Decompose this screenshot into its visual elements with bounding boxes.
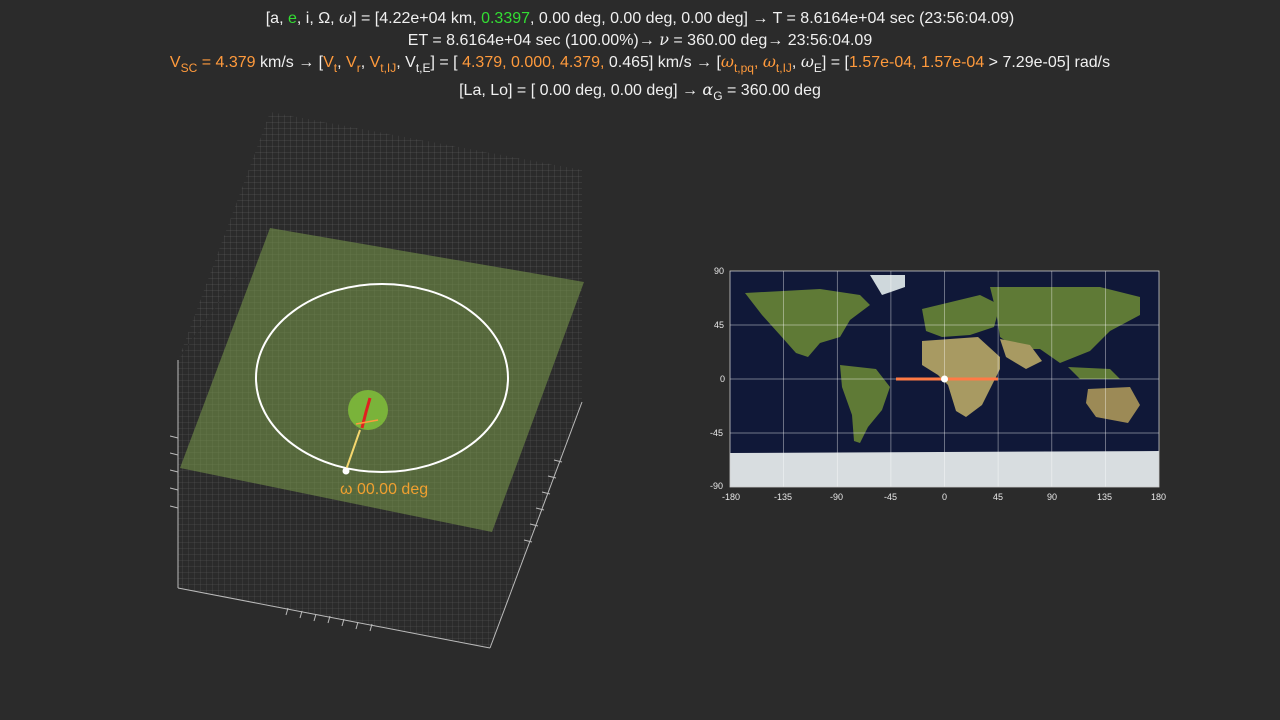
vtij-symbol: V — [369, 54, 381, 71]
vsc-unit: km/s → [ — [255, 54, 324, 71]
xtick: -90 — [830, 492, 844, 502]
alpha-symbol: α — [702, 80, 714, 99]
velocity-values: 4.379, 0.000, 4.379, — [462, 54, 605, 71]
xtick: -180 — [722, 492, 741, 502]
vte-symbol: V — [405, 54, 416, 71]
angular-last: > 7.29e-05] rad/s — [984, 54, 1111, 71]
spacecraft-marker[interactable] — [342, 467, 350, 475]
elements-label-e: e — [287, 10, 297, 27]
w3-symbol: ω — [800, 52, 814, 71]
vt-symbol: V — [323, 54, 334, 71]
ground-location-line: [La, Lo] = [ 0.00 deg, 0.00 deg] → αG = … — [0, 80, 1280, 103]
epoch-text: ET = 8.6164e+04 sec (100.00%)→ — [407, 32, 660, 49]
xtick: -135 — [774, 492, 793, 502]
alpha-subscript: G — [713, 89, 723, 103]
vte-subscript: t,E — [415, 61, 431, 75]
ground-track-marker[interactable] — [941, 375, 948, 383]
vsc-label: VSC = 4.379 — [169, 54, 256, 74]
vsc-symbol: V — [169, 54, 181, 71]
xtick: 90 — [1047, 492, 1058, 502]
true-anomaly-symbol: ν — [659, 30, 669, 49]
ytick: 90 — [714, 266, 725, 276]
orbit-3d-plot[interactable]: ω 00.00 deg — [170, 110, 600, 655]
vsc-subscript: SC — [180, 61, 198, 75]
elements-label-omega: ω — [339, 8, 353, 27]
vtij-subscript: t,IJ — [380, 61, 397, 75]
true-anomaly-value: = 360.00 deg→ 23:56:04.09 — [668, 32, 873, 49]
w3-subscript: E — [813, 61, 822, 75]
velocity-last: 0.465] km/s → [ — [604, 54, 721, 71]
xtick: 180 — [1151, 492, 1167, 502]
xtick: 45 — [993, 492, 1004, 502]
ytick: -45 — [710, 428, 724, 438]
xtick: 135 — [1097, 492, 1113, 502]
xtick: -45 — [884, 492, 898, 502]
ytick: 45 — [714, 320, 725, 330]
vsc-value: = 4.379 — [197, 54, 256, 71]
elements-label-rest: , i, Ω, — [296, 10, 340, 27]
angular-values: 1.57e-04, 1.57e-04 — [849, 54, 985, 71]
elements-label-a: [a, — [265, 10, 288, 27]
alpha-value: = 360.00 deg — [722, 82, 821, 99]
w1-symbol: ω — [720, 52, 734, 71]
ytick: 0 — [720, 374, 726, 384]
vr-symbol: V — [346, 54, 357, 71]
eccentricity-value: 0.3397 — [481, 10, 531, 27]
epoch-line: ET = 8.6164e+04 sec (100.00%)→ ν = 360.0… — [0, 30, 1280, 51]
elements-values-rest: , 0.00 deg, 0.00 deg, 0.00 deg] → T = 8.… — [530, 10, 1015, 27]
map-canvas — [729, 270, 1160, 488]
w2-subscript: t,IJ — [775, 61, 792, 75]
elements-values-start: ] = [4.22e+04 km, — [352, 10, 482, 27]
ground-track-map[interactable]: 90 45 0 -45 -90 -180 -135 -90 -45 0 45 9… — [700, 265, 1180, 515]
w1-subscript: t,pq — [733, 61, 754, 75]
orbital-elements-line: [a, e, i, Ω, ω] = [4.22e+04 km, 0.3397, … — [0, 8, 1280, 29]
angular-eq: ] = [ — [821, 54, 849, 71]
ytick: -90 — [710, 481, 724, 491]
lat-lon-text: [La, Lo] = [ 0.00 deg, 0.00 deg] → — [459, 82, 703, 99]
w2-symbol: ω — [762, 52, 776, 71]
velocity-eq: ] = [ — [430, 54, 463, 71]
omega-annotation: ω 00.00 deg — [340, 481, 428, 498]
xtick: 0 — [942, 492, 948, 502]
velocity-line: VSC = 4.379 km/s → [Vt, Vr, Vt,IJ, Vt,E]… — [169, 52, 1111, 75]
